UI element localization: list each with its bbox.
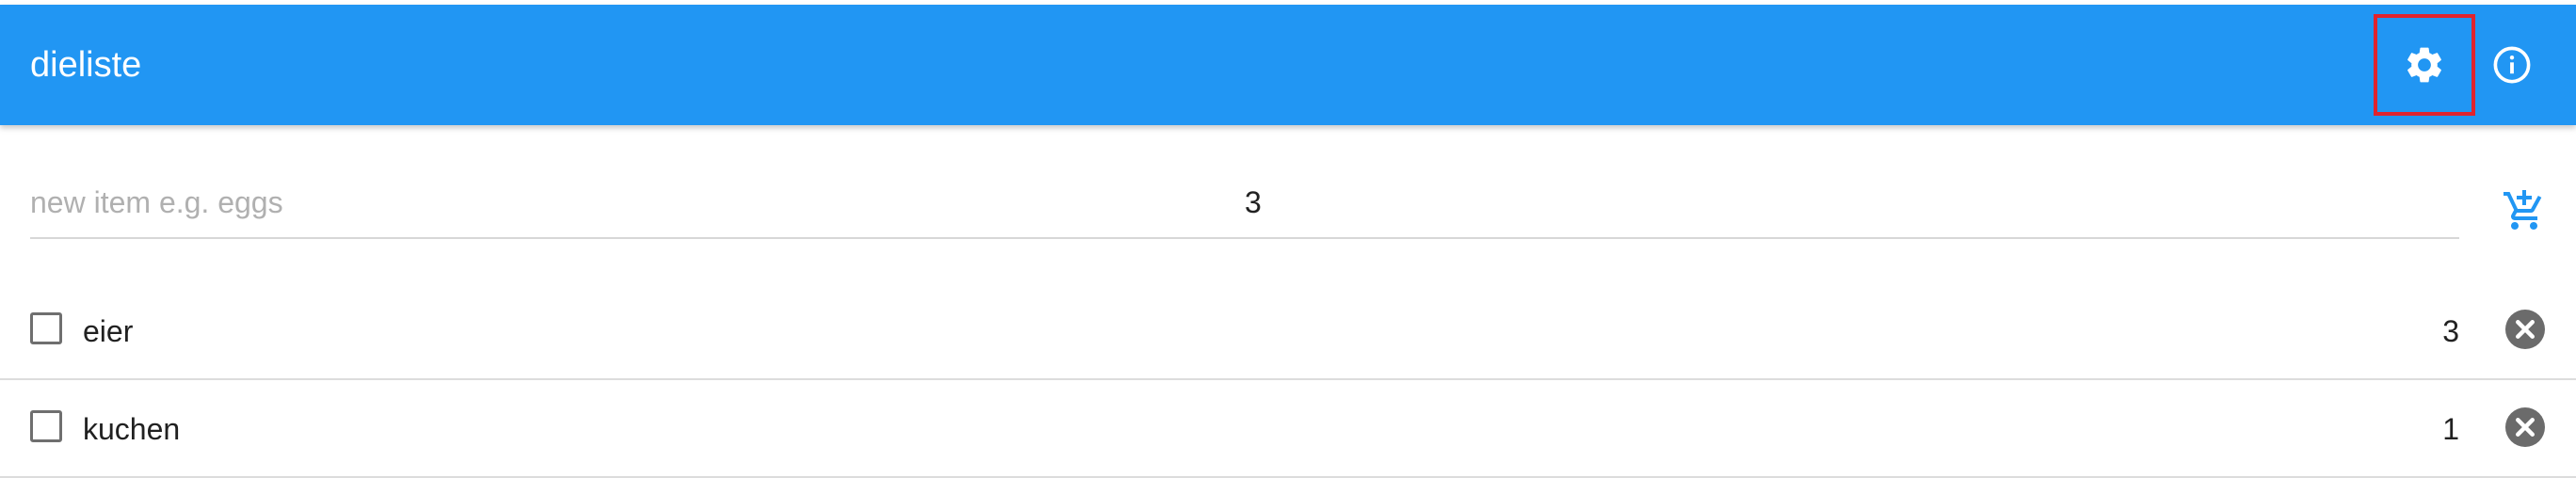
shopping-list: eier 3 kuchen 1 [0, 282, 2576, 478]
page: dieliste eier 3 [0, 0, 2576, 494]
app-title: dieliste [30, 45, 142, 85]
list-item: eier 3 [0, 282, 2576, 380]
new-item-row [30, 169, 2459, 239]
new-item-quantity-input[interactable] [1245, 169, 1358, 235]
info-icon [2493, 46, 2531, 84]
info-button[interactable] [2465, 18, 2559, 112]
remove-item-icon[interactable] [2505, 407, 2545, 447]
app-bar: dieliste [0, 5, 2576, 125]
item-checkbox[interactable] [30, 312, 62, 344]
gear-icon [2407, 47, 2441, 83]
item-checkbox[interactable] [30, 410, 62, 442]
item-quantity: 1 [2442, 412, 2459, 446]
item-name: kuchen [83, 412, 181, 446]
item-name: eier [83, 314, 134, 348]
item-quantity: 3 [2442, 314, 2459, 348]
new-item-name-input[interactable] [30, 169, 1207, 235]
list-item: kuchen 1 [0, 380, 2576, 478]
remove-item-icon[interactable] [2505, 310, 2545, 349]
settings-button[interactable] [2374, 14, 2475, 116]
add-to-cart-icon [2504, 190, 2542, 230]
add-item-button[interactable] [2490, 177, 2558, 245]
